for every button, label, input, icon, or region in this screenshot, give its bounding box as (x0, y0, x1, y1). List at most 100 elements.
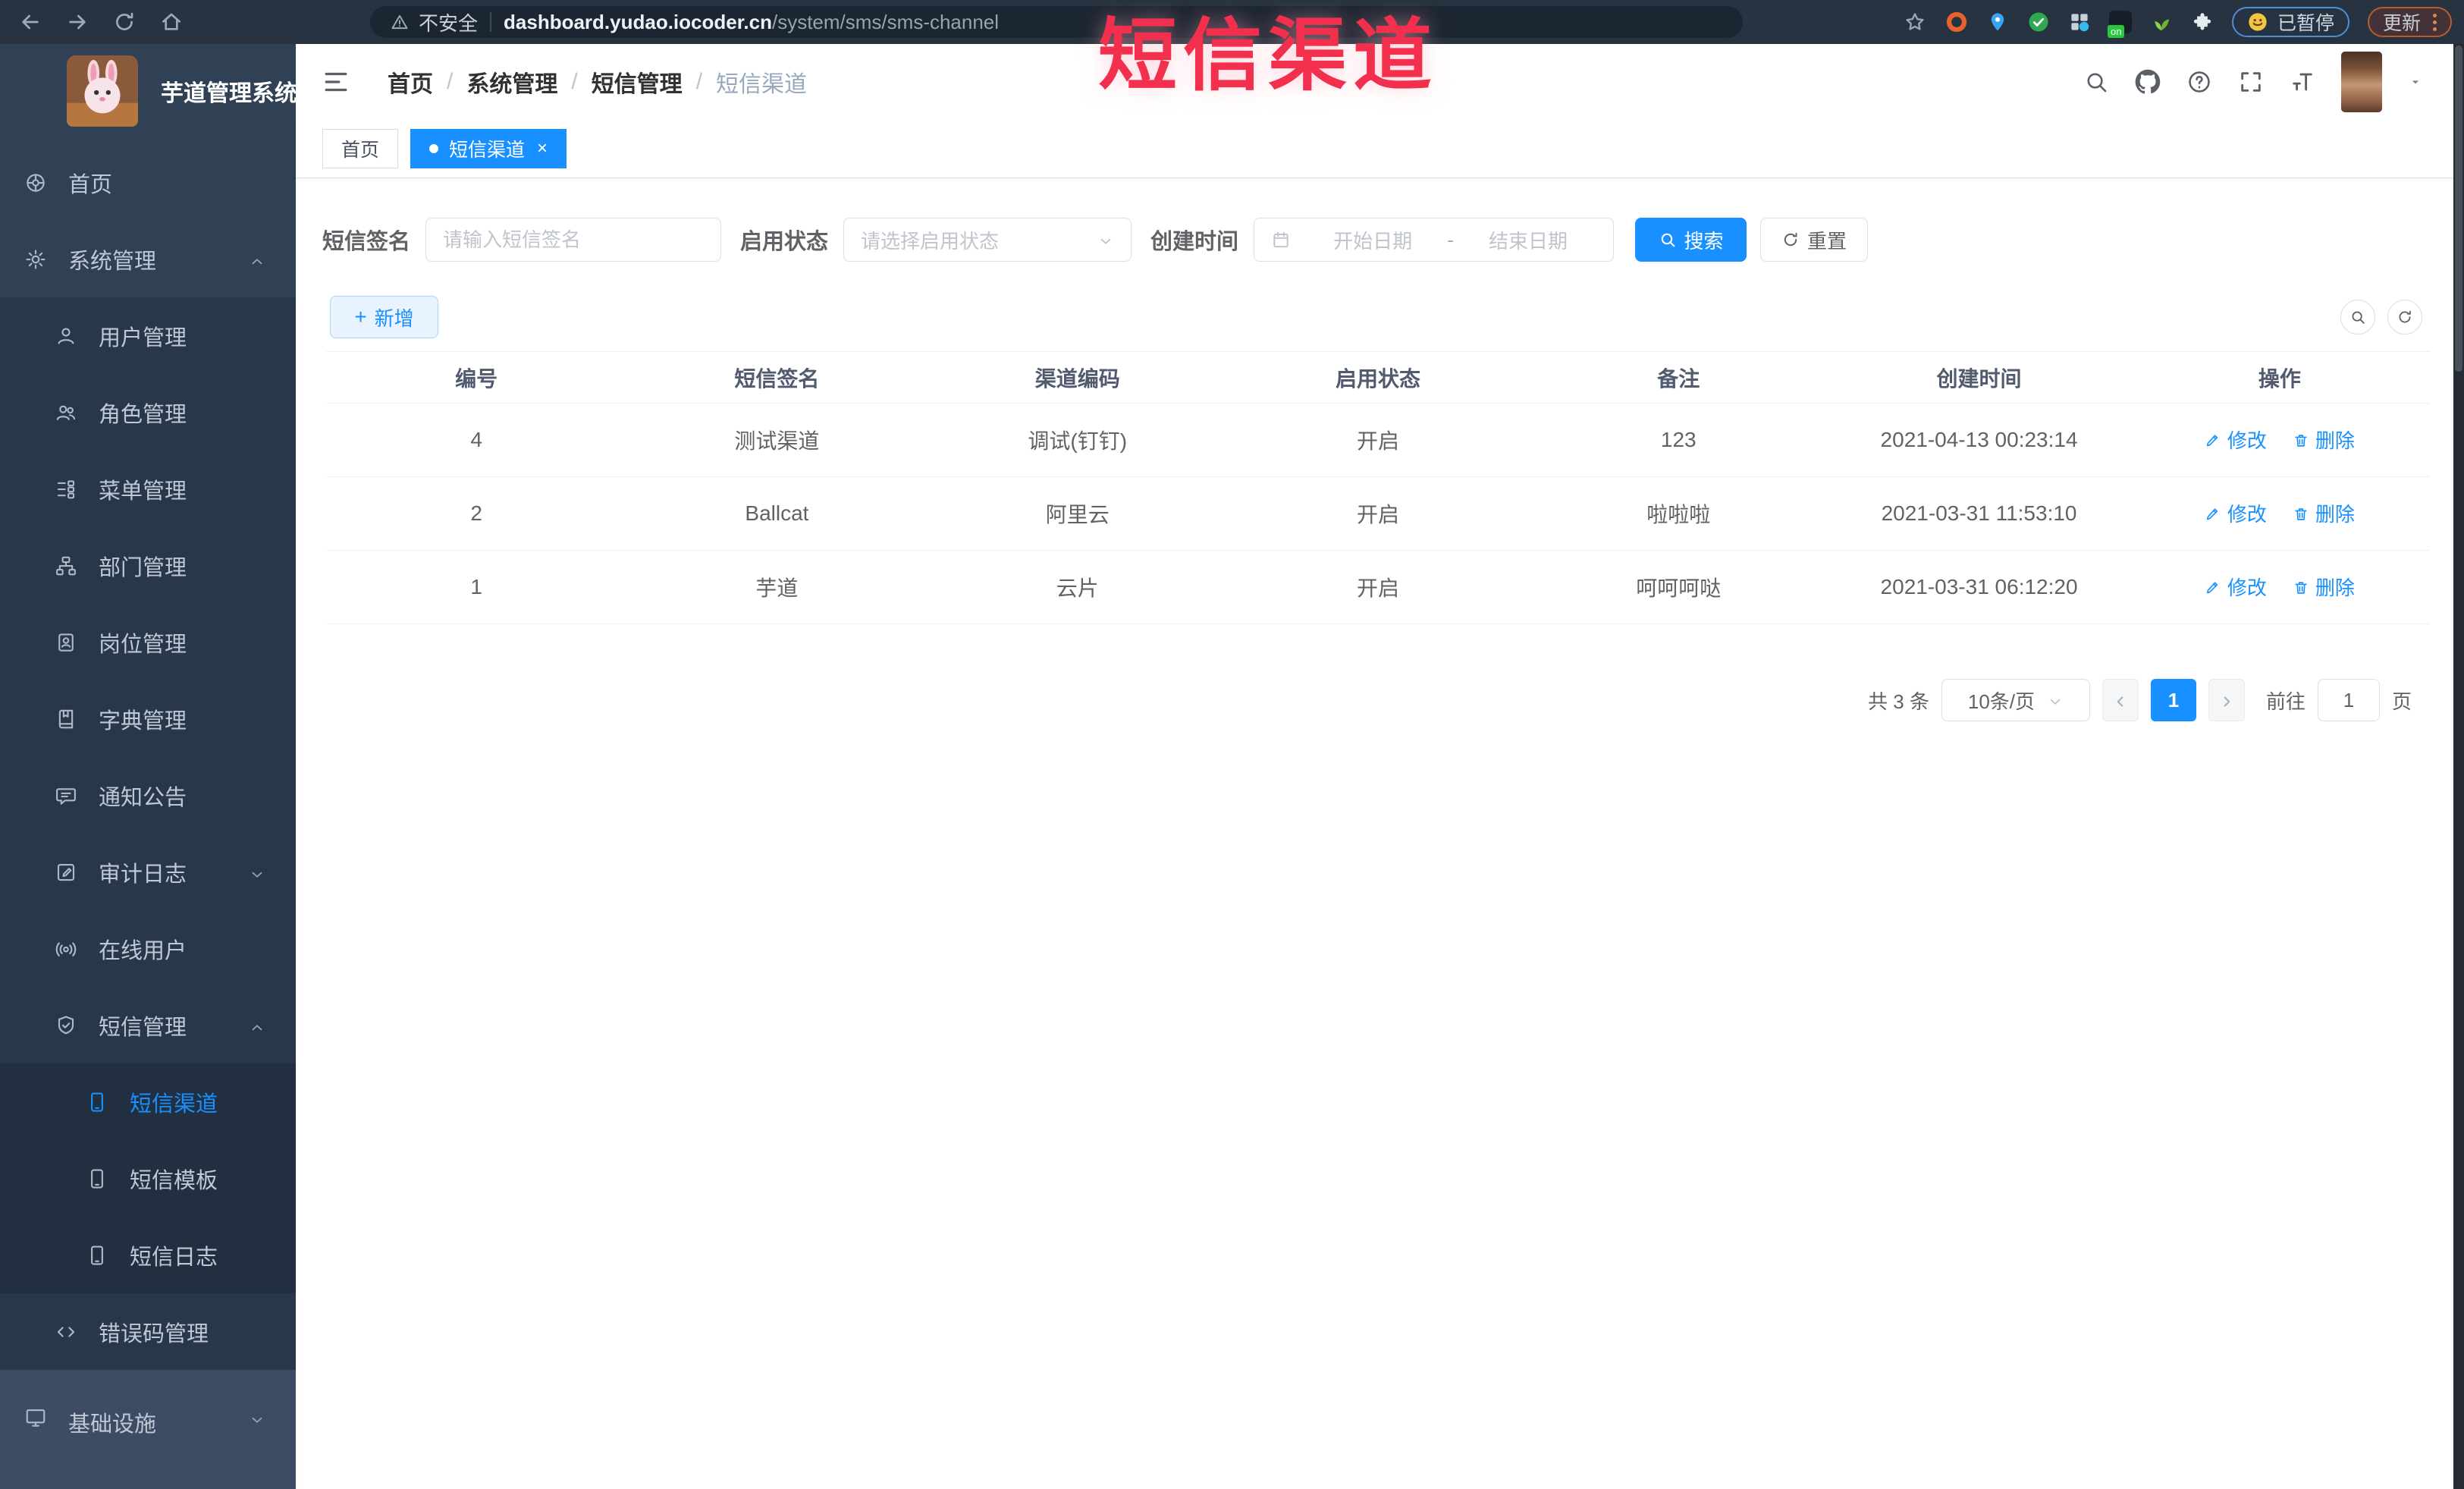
search-toggle-button[interactable] (2340, 300, 2375, 335)
table-column-header: 备注 (1528, 351, 1829, 404)
sidebar-item-11[interactable]: 短信管理 (0, 987, 296, 1063)
breadcrumb-item-2[interactable]: 短信管理 (592, 65, 683, 99)
next-page-button[interactable] (2208, 679, 2245, 721)
search-button-label: 搜索 (1684, 229, 1724, 253)
close-icon[interactable]: × (537, 138, 548, 159)
date-start-placeholder[interactable]: 开始日期 (1304, 226, 1441, 254)
github-icon[interactable] (2135, 69, 2161, 95)
sidebar-item-6[interactable]: 岗位管理 (0, 604, 296, 680)
sidebar-item-0[interactable]: 首页 (0, 144, 296, 221)
app-frame: 芋道管理系统 首页 系统管理 用户管理 角色管理 菜单管理 部门管理 岗位管理 字典管理 通知公… (0, 44, 2464, 1489)
sidebar-item-7[interactable]: 字典管理 (0, 680, 296, 757)
table-actions-cell: 修改 删除 (2129, 476, 2430, 551)
breadcrumb-item-0[interactable]: 首页 (388, 65, 433, 99)
sidebar-item-4[interactable]: 菜单管理 (0, 451, 296, 527)
extension-dark-on-icon[interactable]: on (2107, 11, 2132, 38)
extensions-puzzle-icon[interactable] (2191, 11, 2214, 33)
help-icon[interactable] (2186, 69, 2212, 95)
reload-icon[interactable] (112, 10, 137, 34)
add-button[interactable]: + 新增 (330, 296, 438, 338)
sidebar-item-3[interactable]: 角色管理 (0, 374, 296, 451)
breadcrumb-item-1[interactable]: 系统管理 (466, 65, 557, 99)
font-size-icon[interactable] (2290, 69, 2315, 95)
page-scrollbar[interactable] (2453, 44, 2464, 1489)
security-indicator[interactable]: 不安全 (390, 8, 478, 36)
goto-page-field[interactable] (2318, 680, 2379, 721)
bookmark-star-icon[interactable] (1903, 10, 1927, 34)
extension-green-check-icon[interactable] (2027, 11, 2050, 33)
phone-icon (86, 1091, 108, 1114)
breadcrumb-separator: / (571, 69, 578, 94)
status-select-placeholder: 请选择启用状态 (861, 229, 1000, 253)
extension-green-sprout-icon[interactable] (2150, 11, 2173, 33)
tab-1[interactable]: 短信渠道 × (410, 129, 567, 168)
paused-badge[interactable]: 已暂停 (2231, 7, 2349, 37)
sidebar-item-5[interactable]: 部门管理 (0, 527, 296, 604)
edit-pencil-icon (2205, 431, 2221, 448)
chevron-down-icon (1097, 231, 1114, 248)
kebab-menu-icon[interactable] (2433, 13, 2437, 31)
extension-orange-ring-icon[interactable] (1945, 11, 1968, 33)
delete-link[interactable]: 删除 (2293, 573, 2355, 601)
sidebar-item-12[interactable]: 短信渠道 (0, 1063, 296, 1140)
home-icon[interactable] (159, 10, 184, 34)
tab-0[interactable]: 首页 (322, 129, 399, 168)
delete-link[interactable]: 删除 (2293, 426, 2355, 454)
sidebar-item-8[interactable]: 通知公告 (0, 757, 296, 834)
smiley-icon (2247, 11, 2268, 33)
goto-page-input[interactable] (2317, 679, 2380, 721)
edit-link[interactable]: 修改 (2205, 426, 2267, 454)
table-column-header: 操作 (2129, 351, 2430, 404)
search-icon[interactable] (2083, 69, 2109, 95)
divider (490, 12, 492, 32)
scrollbar-thumb[interactable] (2455, 46, 2462, 372)
gear-icon (24, 248, 47, 271)
address-bar[interactable]: 不安全 dashboard.yudao.iocoder.cn/system/sm… (370, 6, 1743, 38)
sidebar-item-2[interactable]: 用户管理 (0, 297, 296, 374)
table-row-1: 2 Ballcat 阿里云 开启 啦啦啦 2021-03-31 11:53:10 修改 删除 (326, 476, 2430, 551)
reset-button[interactable]: 重置 (1760, 218, 1869, 262)
sidebar-item-14[interactable]: 短信日志 (0, 1217, 296, 1293)
sidebar-item-1[interactable]: 系统管理 (0, 221, 296, 297)
forward-icon[interactable] (65, 10, 89, 34)
signature-input-field[interactable] (443, 228, 705, 252)
update-label: 更新 (2382, 13, 2421, 34)
dictionary-book-icon (55, 708, 77, 730)
chevron-down-icon (249, 864, 265, 881)
back-icon[interactable] (18, 10, 42, 34)
sidebar-item-9[interactable]: 审计日志 (0, 834, 296, 910)
sidebar-item-10[interactable]: 在线用户 (0, 910, 296, 987)
status-select[interactable]: 请选择启用状态 (843, 218, 1132, 262)
tab-label: 短信渠道 (449, 140, 526, 161)
date-range-picker[interactable]: 开始日期 - 结束日期 (1254, 218, 1615, 262)
table-cell: 4 (326, 403, 627, 477)
fullscreen-icon[interactable] (2238, 69, 2264, 95)
delete-link[interactable]: 删除 (2293, 499, 2355, 527)
hamburger-icon[interactable] (322, 68, 350, 96)
sidebar-item-label: 基础设施 (68, 1412, 157, 1437)
signature-input[interactable] (425, 218, 722, 262)
edit-link[interactable]: 修改 (2205, 573, 2267, 601)
avatar[interactable] (2341, 52, 2382, 112)
edit-pencil-icon (2205, 578, 2221, 595)
date-end-placeholder[interactable]: 结束日期 (1460, 226, 1596, 254)
rabbit-logo-icon (67, 55, 138, 127)
prev-page-button[interactable] (2101, 679, 2139, 721)
page-size-select[interactable]: 10条/页 (1941, 679, 2090, 721)
sidebar-item-15[interactable]: 错误码管理 (0, 1293, 296, 1370)
extension-grid-icon[interactable] (2068, 11, 2091, 33)
app-logo[interactable]: 芋道管理系统 (0, 44, 297, 138)
page-number-1[interactable]: 1 (2150, 679, 2196, 721)
total-count: 共 3 条 (1868, 690, 1929, 713)
chevron-down-icon[interactable] (2408, 74, 2423, 90)
search-button[interactable]: 搜索 (1635, 218, 1747, 262)
active-dot-icon (429, 144, 439, 153)
extension-blue-pin-icon[interactable] (1986, 11, 2009, 33)
refresh-button[interactable] (2387, 300, 2422, 335)
table-cell: 芋道 (626, 550, 928, 624)
update-badge[interactable]: 更新 (2367, 7, 2452, 37)
pagination: 共 3 条 10条/页 1 前往 页 (1868, 679, 2412, 721)
edit-link[interactable]: 修改 (2205, 499, 2267, 527)
sidebar-item-13[interactable]: 短信模板 (0, 1140, 296, 1217)
sidebar-item-16[interactable]: 基础设施 (0, 1370, 296, 1489)
